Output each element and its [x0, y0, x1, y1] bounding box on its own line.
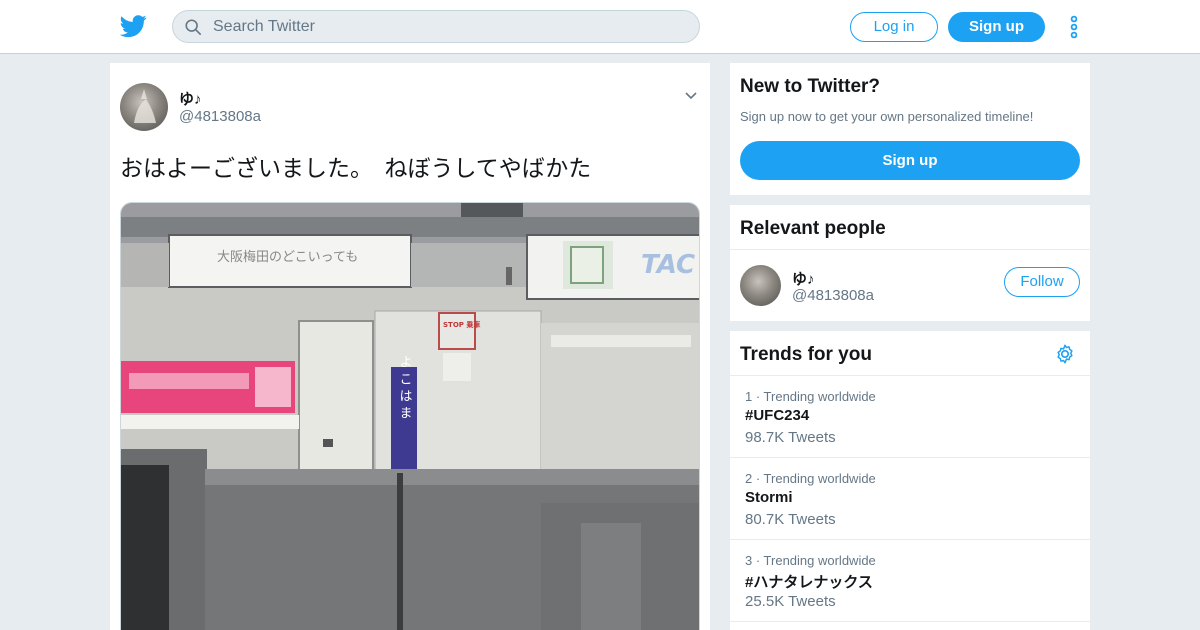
gear-icon[interactable]	[1054, 343, 1076, 365]
avatar[interactable]	[740, 265, 781, 306]
relevant-person-name[interactable]: ゆ♪	[792, 268, 815, 289]
sign-left-text: 大阪梅田のどこいっても	[217, 250, 358, 265]
follow-button[interactable]: Follow	[1004, 267, 1080, 297]
new-to-twitter-subtitle: Sign up now to get your own personalized…	[740, 109, 1034, 124]
trend-item[interactable]: 2 · Trending worldwide Stormi 80.7K Twee…	[730, 458, 1090, 540]
new-to-twitter-card: New to Twitter? Sign up now to get your …	[730, 63, 1090, 195]
trend-item[interactable]: 3 · Trending worldwide #ハナタレナックス 25.5K T…	[730, 540, 1090, 622]
station-name-sign: よこはま	[397, 355, 412, 423]
trends-card: Trends for you 1 · Trending worldwide #U…	[730, 331, 1090, 630]
avatar-image	[134, 89, 156, 123]
trend-count: 25.5K Tweets	[745, 593, 836, 610]
signup-large-button[interactable]: Sign up	[740, 141, 1080, 180]
trend-meta: 2 · Trending worldwide	[745, 471, 876, 486]
trend-name[interactable]: Stormi	[745, 489, 793, 506]
station-platform-image: 大阪梅田のどこいっても TAC STOP 乗車 よこはま	[121, 203, 699, 630]
divider	[730, 621, 1090, 622]
trends-title: Trends for you	[740, 344, 872, 365]
chevron-down-icon[interactable]	[684, 91, 698, 101]
tweet-card: ゆ♪ @4813808a おはよーございました。 ねぼうしてやばかた 大阪梅田の…	[110, 63, 710, 630]
twitter-bird-icon[interactable]	[120, 12, 147, 40]
trend-count: 80.7K Tweets	[745, 511, 836, 528]
trend-name[interactable]: #ハナタレナックス	[745, 571, 873, 592]
signup-button[interactable]: Sign up	[948, 12, 1045, 42]
divider	[730, 249, 1090, 250]
search-icon	[185, 19, 202, 36]
trend-meta: 3 · Trending worldwide	[745, 553, 876, 568]
avatar[interactable]	[120, 83, 168, 131]
top-navigation-bar: Log in Sign up	[0, 0, 1200, 54]
trend-count: 98.7K Tweets	[745, 429, 836, 446]
author-handle[interactable]: @4813808a	[179, 108, 261, 125]
stop-sign-text: STOP 乗車	[443, 320, 480, 329]
new-to-twitter-title: New to Twitter?	[740, 76, 881, 97]
relevant-person-handle[interactable]: @4813808a	[792, 287, 874, 304]
search-input[interactable]	[213, 11, 683, 42]
sign-right-brand: TAC	[641, 250, 695, 280]
trend-name[interactable]: #UFC234	[745, 407, 809, 424]
tweet-photo[interactable]: 大阪梅田のどこいっても TAC STOP 乗車 よこはま	[120, 202, 700, 630]
author-name[interactable]: ゆ♪	[179, 88, 202, 109]
search-box[interactable]	[172, 10, 700, 43]
relevant-people-card: Relevant people ゆ♪ @4813808a Follow	[730, 205, 1090, 321]
login-button[interactable]: Log in	[850, 12, 938, 42]
relevant-people-title: Relevant people	[740, 218, 886, 239]
tweet-text: おはよーございました。 ねぼうしてやばかた	[120, 156, 592, 182]
trend-meta: 1 · Trending worldwide	[745, 389, 876, 404]
more-vertical-icon[interactable]	[1066, 14, 1082, 40]
trend-item[interactable]: 1 · Trending worldwide #UFC234 98.7K Twe…	[730, 376, 1090, 458]
